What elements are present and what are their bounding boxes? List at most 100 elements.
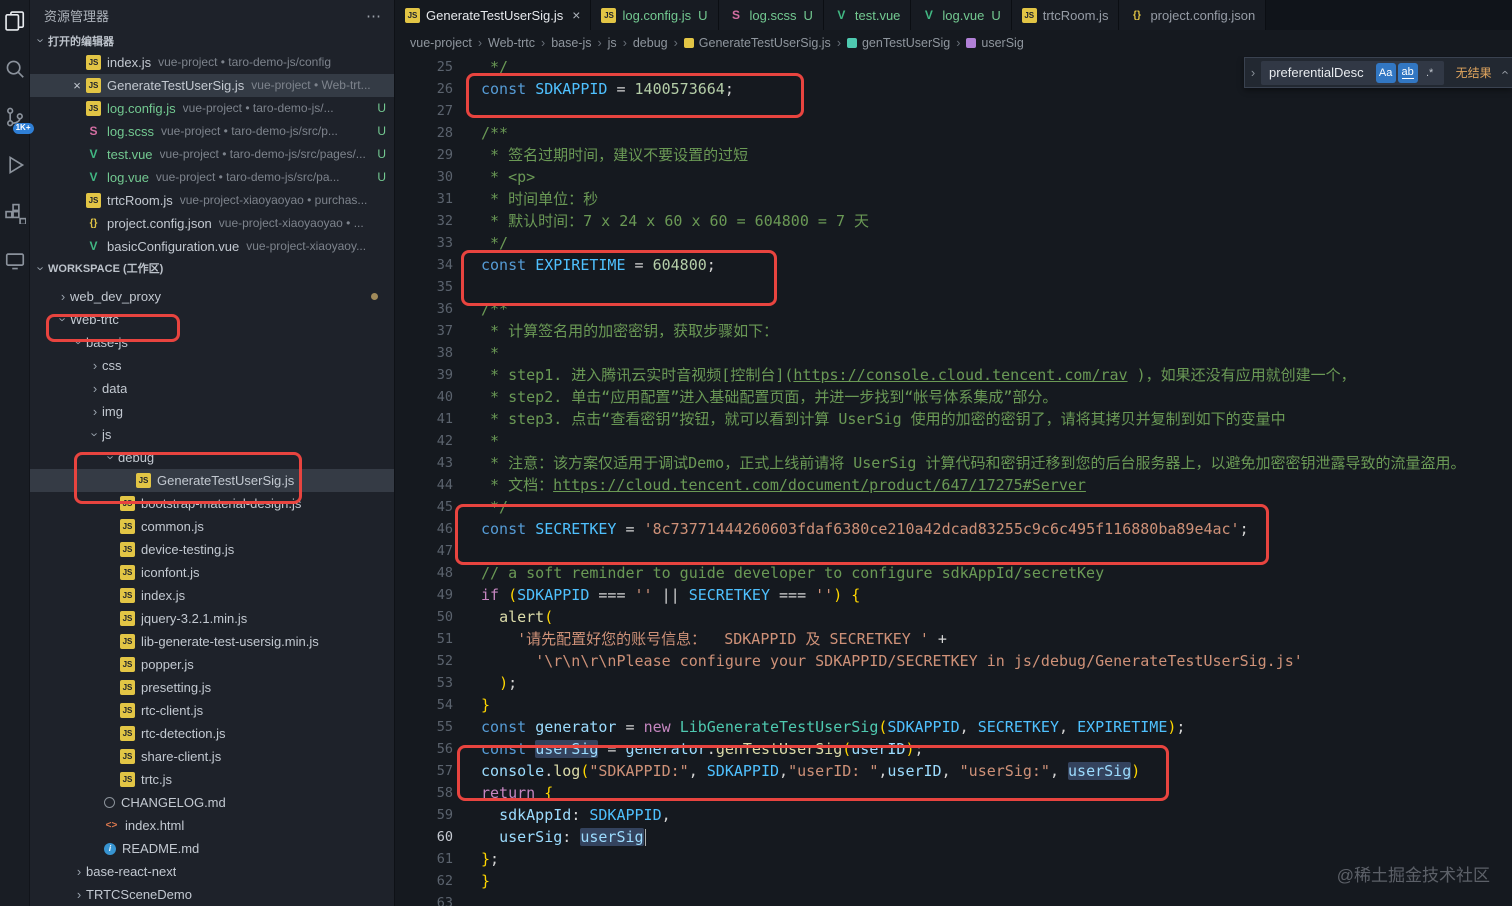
open-editor-log.config.js[interactable]: JS log.config.js vue-project • taro-demo-j… bbox=[30, 97, 394, 120]
tab-test.vue[interactable]: Vtest.vue bbox=[823, 0, 912, 30]
tree-item-index.js[interactable]: JS index.js bbox=[30, 584, 394, 607]
code-line-39[interactable]: 39 * step1. 进入腾讯云实时音视频[控制台](https://cons… bbox=[395, 364, 1512, 386]
tree-item-presetting.js[interactable]: JS presetting.js bbox=[30, 676, 394, 699]
tree-item-img[interactable]: › img bbox=[30, 400, 394, 423]
code-line-30[interactable]: 30 * <p> bbox=[395, 166, 1512, 188]
code-line-37[interactable]: 37 * 计算签名用的加密密钥，获取步骤如下： bbox=[395, 320, 1512, 342]
open-editor-GenerateTestUserSig.js[interactable]: × JS GenerateTestUserSig.js vue-project • W… bbox=[30, 73, 394, 97]
code-line-35[interactable]: 35 bbox=[395, 276, 1512, 298]
open-editor-test.vue[interactable]: Vtest.vue vue-project • taro-demo-js/src/… bbox=[30, 143, 394, 166]
code-line-49[interactable]: 49 if (SDKAPPID === '' || SECRETKEY === '… bbox=[395, 584, 1512, 606]
tree-item-popper.js[interactable]: JS popper.js bbox=[30, 653, 394, 676]
tree-item-base-js[interactable]: › base-js bbox=[30, 331, 394, 354]
open-editor-project.config.json[interactable]: {} project.config.json vue-project-xiaoyao… bbox=[30, 212, 394, 235]
open-editor-basicConfiguration.vue[interactable]: VbasicConfiguration.vue vue-project-xiaoy… bbox=[30, 235, 394, 258]
close-icon[interactable]: × bbox=[572, 7, 580, 23]
tree-item-debug[interactable]: › debug bbox=[30, 446, 394, 469]
tree-item-bootstrap-material-design.js[interactable]: JS bootstrap-material-design.js bbox=[30, 492, 394, 515]
breadcrumb-item-base-js[interactable]: base-js bbox=[551, 36, 591, 50]
code-line-55[interactable]: 55 const generator = new LibGenerateTestU… bbox=[395, 716, 1512, 738]
find-input[interactable]: preferentialDesc Aa ab .* bbox=[1260, 60, 1444, 85]
tree-item-trtc.js[interactable]: JS trtc.js bbox=[30, 768, 394, 791]
code-line-41[interactable]: 41 * step3. 点击“查看密钥”按钮，就可以看到计算 UserSig 使… bbox=[395, 408, 1512, 430]
tree-item-iconfont.js[interactable]: JS iconfont.js bbox=[30, 561, 394, 584]
open-editors-header[interactable]: › 打开的编辑器 bbox=[30, 31, 394, 51]
tree-item-base-react-next[interactable]: › base-react-next bbox=[30, 860, 394, 883]
open-editor-log.scss[interactable]: Slog.scss vue-project • taro-demo-js/src/… bbox=[30, 120, 394, 143]
tree-item-index.html[interactable]: <> index.html bbox=[30, 814, 394, 837]
code-line-46[interactable]: 46 const SECRETKEY = '8c73771444260603fda… bbox=[395, 518, 1512, 540]
tree-item-rtc-client.js[interactable]: JS rtc-client.js bbox=[30, 699, 394, 722]
code-line-43[interactable]: 43 * 注意：该方案仅适用于调试Demo，正式上线前请将 UserSig 计算… bbox=[395, 452, 1512, 474]
code-line-53[interactable]: 53 ); bbox=[395, 672, 1512, 694]
code-line-45[interactable]: 45 */ bbox=[395, 496, 1512, 518]
tree-item-README.md[interactable]: i README.md bbox=[30, 837, 394, 860]
close-icon[interactable]: × bbox=[68, 78, 86, 93]
open-editor-trtcRoom.js[interactable]: JS trtcRoom.js vue-project-xiaoyaoyao • pu… bbox=[30, 189, 394, 212]
code-line-42[interactable]: 42 * bbox=[395, 430, 1512, 452]
code-line-32[interactable]: 32 * 默认时间：7 x 24 x 60 x 60 = 604800 = 7 … bbox=[395, 210, 1512, 232]
workspace-header[interactable]: › WORKSPACE (工作区) bbox=[30, 258, 394, 279]
code-editor[interactable]: 25 */26 const SDKAPPID = 1400573664; 27 28/… bbox=[395, 56, 1512, 906]
tree-item-CHANGELOG.md[interactable]: CHANGELOG.md bbox=[30, 791, 394, 814]
tree-item-share-client.js[interactable]: JS share-client.js bbox=[30, 745, 394, 768]
code-line-29[interactable]: 29 * 签名过期时间，建议不要设置的过短 bbox=[395, 144, 1512, 166]
breadcrumb-item-js[interactable]: js bbox=[608, 36, 617, 50]
code-line-56[interactable]: 56 const userSig = generator.genTestUserS… bbox=[395, 738, 1512, 760]
tab-project.config.json[interactable]: {} project.config.json bbox=[1119, 0, 1267, 30]
code-line-44[interactable]: 44 * 文档：https://cloud.tencent.com/docume… bbox=[395, 474, 1512, 496]
code-line-38[interactable]: 38 * bbox=[395, 342, 1512, 364]
code-line-52[interactable]: 52 '\r\n\r\nPlease configure your SDKAPP… bbox=[395, 650, 1512, 672]
code-line-40[interactable]: 40 * step2. 单击“应用配置”进入基础配置页面，并进一步找到“帐号体系… bbox=[395, 386, 1512, 408]
previous-match-icon[interactable]: › bbox=[1496, 70, 1511, 74]
tree-item-web_dev_proxy[interactable]: › web_dev_proxy bbox=[30, 285, 394, 308]
tree-item-device-testing.js[interactable]: JS device-testing.js bbox=[30, 538, 394, 561]
code-line-60[interactable]: 60 userSig: userSig bbox=[395, 826, 1512, 848]
more-actions-icon[interactable]: ⋯ bbox=[366, 7, 382, 25]
tree-item-Web-trtc[interactable]: › Web-trtc bbox=[30, 308, 394, 331]
remote-explorer-icon[interactable] bbox=[2, 248, 28, 274]
breadcrumb-item-debug[interactable]: debug bbox=[633, 36, 668, 50]
breadcrumb-item-Web-trtc[interactable]: Web-trtc bbox=[488, 36, 535, 50]
code-line-36[interactable]: 36 /** bbox=[395, 298, 1512, 320]
code-line-27[interactable]: 27 bbox=[395, 100, 1512, 122]
match-case-button[interactable]: Aa bbox=[1375, 62, 1396, 83]
tab-log.vue[interactable]: Vlog.vue U bbox=[911, 0, 1012, 30]
code-line-54[interactable]: 54} bbox=[395, 694, 1512, 716]
regex-button[interactable]: .* bbox=[1420, 63, 1440, 83]
code-line-48[interactable]: 48 // a soft reminder to guide developer … bbox=[395, 562, 1512, 584]
breadcrumb-item-userSig[interactable]: userSig bbox=[966, 36, 1024, 50]
code-line-50[interactable]: 50 alert( bbox=[395, 606, 1512, 628]
code-line-58[interactable]: 58 return { bbox=[395, 782, 1512, 804]
code-line-47[interactable]: 47 bbox=[395, 540, 1512, 562]
tree-item-data[interactable]: › data bbox=[30, 377, 394, 400]
tree-item-js[interactable]: › js bbox=[30, 423, 394, 446]
code-line-51[interactable]: 51 '请先配置好您的账号信息： SDKAPPID 及 SECRETKEY ' … bbox=[395, 628, 1512, 650]
open-editor-log.vue[interactable]: Vlog.vue vue-project • taro-demo-js/src/p… bbox=[30, 166, 394, 189]
whole-word-button[interactable]: ab bbox=[1397, 62, 1418, 83]
explorer-icon[interactable] bbox=[2, 8, 28, 34]
breadcrumb-item-GenerateTestUserSig.js[interactable]: GenerateTestUserSig.js bbox=[683, 36, 831, 50]
breadcrumb-item-vue-project[interactable]: vue-project bbox=[410, 36, 472, 50]
tab-log.scss[interactable]: Slog.scss U bbox=[718, 0, 824, 30]
extensions-icon[interactable] bbox=[2, 200, 28, 226]
code-line-31[interactable]: 31 * 时间单位：秒 bbox=[395, 188, 1512, 210]
tab-log.config.js[interactable]: JS log.config.js U bbox=[591, 0, 719, 30]
tab-GenerateTestUserSig.js[interactable]: JS GenerateTestUserSig.js × bbox=[395, 0, 592, 30]
open-editor-index.js[interactable]: JS index.js vue-project • taro-demo-js/con… bbox=[30, 51, 394, 74]
search-icon[interactable] bbox=[2, 56, 28, 82]
code-line-59[interactable]: 59 sdkAppId: SDKAPPID, bbox=[395, 804, 1512, 826]
code-line-28[interactable]: 28 /** bbox=[395, 122, 1512, 144]
source-control-icon[interactable]: 1K+ bbox=[2, 104, 34, 134]
code-line-57[interactable]: 57 console.log("SDKAPPID:", SDKAPPID,"use… bbox=[395, 760, 1512, 782]
tree-item-rtc-detection.js[interactable]: JS rtc-detection.js bbox=[30, 722, 394, 745]
tab-trtcRoom.js[interactable]: JS trtcRoom.js bbox=[1011, 0, 1120, 30]
tree-item-TRTCSceneDemo[interactable]: › TRTCSceneDemo bbox=[30, 883, 394, 906]
code-line-33[interactable]: 33 */ bbox=[395, 232, 1512, 254]
code-line-34[interactable]: 34 const EXPIRETIME = 604800; bbox=[395, 254, 1512, 276]
find-replace-toggle-chevron[interactable]: › bbox=[1247, 65, 1259, 80]
tree-item-css[interactable]: › css bbox=[30, 354, 394, 377]
breadcrumb-item-genTestUserSig[interactable]: genTestUserSig bbox=[846, 36, 950, 50]
run-debug-icon[interactable] bbox=[2, 152, 28, 178]
tree-item-lib-generate-test-usersig.min.js[interactable]: JS lib-generate-test-usersig.min.js bbox=[30, 630, 394, 653]
